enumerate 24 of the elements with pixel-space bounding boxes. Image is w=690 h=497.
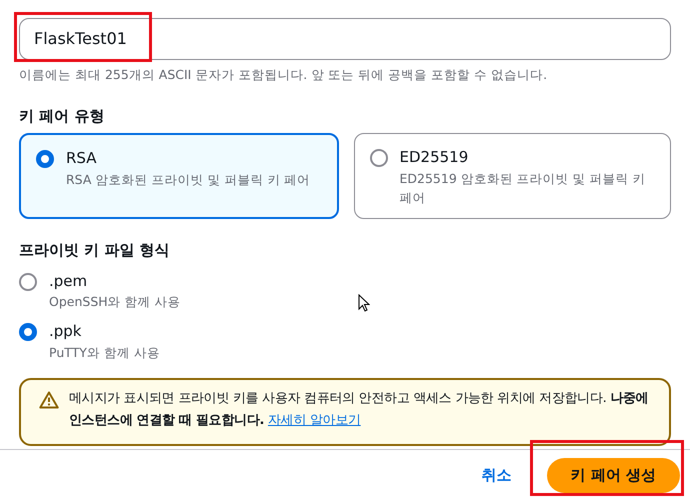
option-label: .ppk (49, 321, 82, 342)
section-heading: 키 페어 유형 (19, 106, 106, 127)
cancel-button[interactable]: 취소 (482, 464, 512, 487)
option-description: ED25519 암호화된 프라이빗 및 퍼블릭 키 페어 (400, 170, 647, 207)
create-key-pair-button[interactable]: 키 페어 생성 (546, 458, 680, 493)
option-card[interactable]: RSA RSA 암호화된 프라이빗 및 퍼블릭 키 페어 (19, 133, 338, 220)
option-description: RSA 암호화된 프라이빗 및 퍼블릭 키 페어 (66, 170, 310, 189)
hint-text: 이름에는 최대 255개의 ASCII 문자가 포함됩니다. 앞 또는 뒤에 공백을 포함할 수 없습니다. (19, 66, 548, 84)
warning-icon (39, 390, 59, 409)
radio-button[interactable] (36, 150, 54, 168)
option-description: OpenSSH와 함께 사용 (49, 293, 181, 312)
warning-text: 메시지가 표시되면 프라이빗 키를 사용자 컴퓨터의 안전하고 액세스 가능한 위치에 저장합니다. 나중에 인스턴스에 연결할 때 필요합니다. 자세히 알아보기 (69, 390, 650, 430)
learn-more-link[interactable]: 자세히 알아보기 (268, 412, 361, 428)
radio-button[interactable] (19, 272, 37, 291)
option-label: .pem (49, 270, 88, 292)
radio-button[interactable] (370, 149, 388, 168)
section-heading: 프라이빗 키 파일 형식 (19, 240, 171, 262)
option-card[interactable]: ED25519 ED25519 암호화된 프라이빗 및 퍼블릭 키 페어 (354, 133, 671, 220)
option-description: PuTTY와 함께 사용 (49, 344, 160, 362)
option-label: ED25519 (400, 147, 470, 168)
option-label: RSA (66, 148, 98, 170)
radio-button[interactable] (19, 323, 37, 342)
name-field[interactable]: FlaskTest01 (19, 18, 671, 60)
mouse-cursor-icon (358, 294, 370, 312)
